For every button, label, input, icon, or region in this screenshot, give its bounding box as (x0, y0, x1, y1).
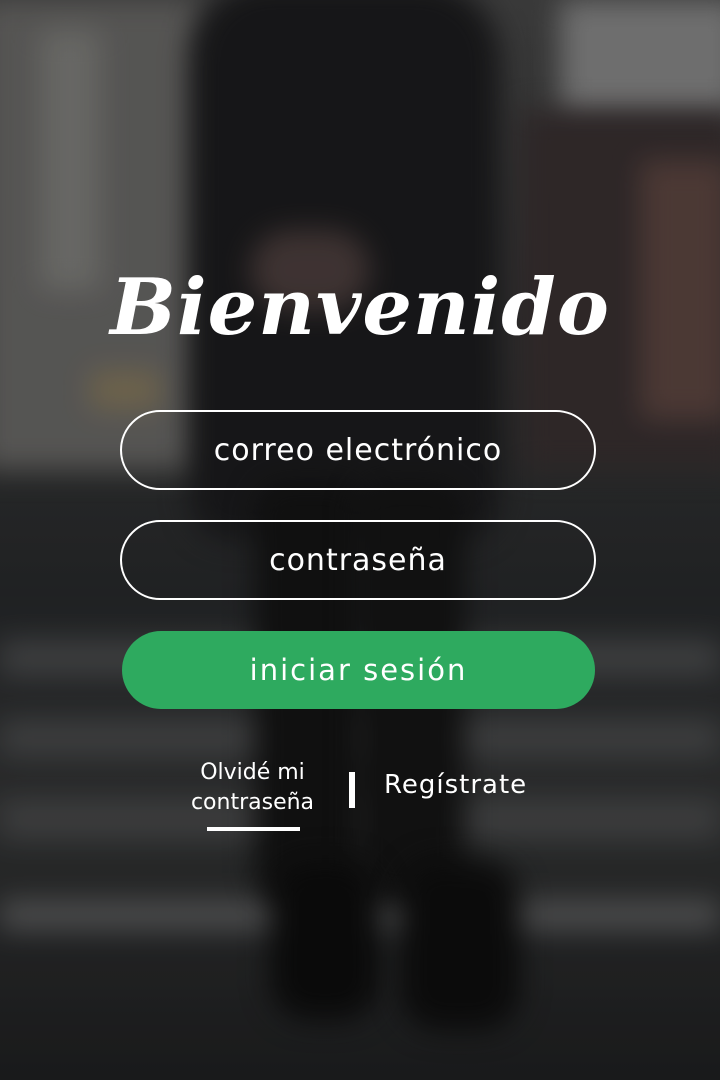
link-divider (349, 772, 355, 808)
login-button[interactable]: iniciar sesión (122, 631, 595, 709)
email-field[interactable] (120, 410, 596, 490)
forgot-password-link[interactable]: Olvidé mi contraseña (180, 758, 325, 818)
register-link[interactable]: Regístrate (384, 770, 527, 800)
login-form: Bienvenido iniciar sesión Olvidé mi cont… (0, 0, 720, 1080)
forgot-password-underline (207, 827, 300, 831)
welcome-title: Bienvenido (110, 262, 610, 353)
password-field[interactable] (120, 520, 596, 600)
